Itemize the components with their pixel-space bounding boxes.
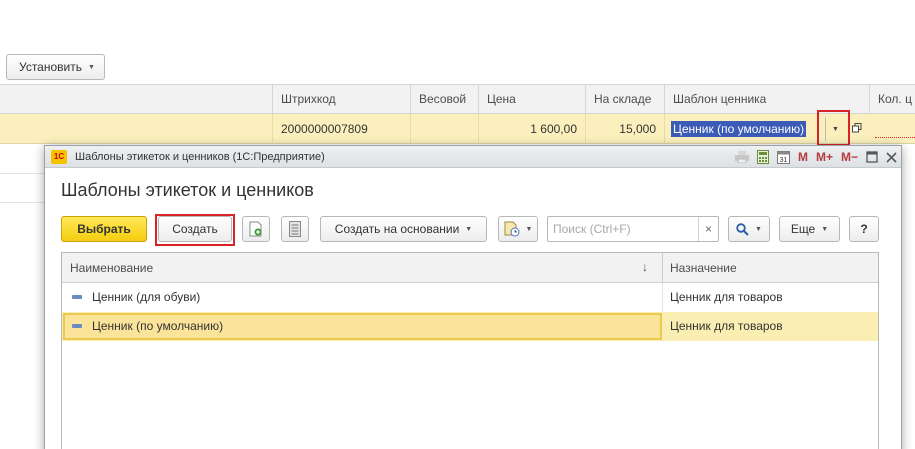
chevron-down-icon: ▼	[465, 225, 473, 233]
templates-window: 1С Шаблоны этикеток и ценников (1С:Предп…	[44, 145, 902, 449]
chevron-down-icon: ▼	[821, 225, 829, 233]
more-button[interactable]: Еще ▼	[779, 216, 840, 242]
help-button[interactable]: ?	[849, 216, 879, 242]
column-quantity[interactable]: Кол. ц	[869, 85, 915, 114]
column-purpose[interactable]: Назначение	[670, 253, 737, 283]
set-button[interactable]: Установить ▼	[6, 54, 105, 80]
calendar-icon[interactable]: 31	[776, 150, 790, 164]
create-based-on-label: Создать на основании	[334, 222, 460, 236]
window-title: Шаблоны этикеток и ценников (1С:Предприя…	[75, 151, 325, 163]
background-grid-header: Штрихкод Весовой Цена На складе Шаблон ц…	[0, 84, 915, 114]
search-button[interactable]: ▼	[728, 216, 770, 242]
titlebar-tools: 31 M M+ M−	[734, 148, 897, 166]
create-based-on-button[interactable]: Создать на основании ▼	[320, 216, 487, 242]
column-weighted[interactable]: Весовой	[410, 85, 478, 114]
search-icon	[736, 222, 749, 236]
column-price[interactable]: Цена	[478, 85, 585, 114]
stock-cell: 15,000	[585, 114, 664, 144]
search-placeholder: Поиск (Ctrl+F)	[553, 222, 631, 236]
template-input-selected-text[interactable]: Ценник (по умолчанию)	[671, 121, 807, 137]
price-cell: 1 600,00	[478, 114, 585, 144]
table-row-selected[interactable]: Ценник (по умолчанию) Ценник для товаров	[62, 312, 878, 341]
highlight-frame	[817, 110, 850, 146]
item-icon	[72, 324, 82, 328]
column-stock[interactable]: На складе	[585, 85, 664, 114]
column-divider	[662, 283, 663, 312]
item-icon	[72, 295, 82, 299]
quantity-placeholder-underline	[875, 137, 915, 138]
chevron-down-icon: ▼	[87, 63, 95, 71]
background-row-divider	[0, 202, 44, 203]
minimize-icon[interactable]	[866, 151, 878, 163]
row-name: Ценник (по умолчанию)	[92, 319, 224, 333]
set-button-label: Установить	[19, 60, 82, 74]
create-highlight-frame	[155, 214, 235, 246]
column-divider	[662, 253, 663, 283]
copy-icon	[249, 221, 262, 237]
row-purpose: Ценник для товаров	[670, 290, 783, 304]
background-row-divider	[0, 173, 44, 174]
table-header: Наименование ↓ Назначение	[62, 253, 878, 283]
search-input[interactable]: Поиск (Ctrl+F) ×	[547, 216, 719, 242]
report-clock-icon	[504, 221, 520, 237]
report-menu-button[interactable]: ▼	[498, 216, 538, 242]
svg-text:31: 31	[780, 157, 788, 164]
more-label: Еще	[790, 222, 816, 236]
sort-down-icon[interactable]: ↓	[642, 253, 648, 281]
open-form-icon[interactable]	[852, 123, 862, 133]
chevron-down-icon: ▼	[755, 225, 762, 233]
print-icon[interactable]	[734, 151, 749, 163]
weighted-cell	[410, 114, 478, 144]
close-icon[interactable]	[886, 151, 897, 163]
page-title: Шаблоны этикеток и ценников	[61, 180, 314, 200]
copy-button[interactable]	[242, 216, 270, 242]
row-name: Ценник (для обуви)	[92, 290, 201, 304]
list-button[interactable]	[281, 216, 309, 242]
column-barcode[interactable]: Штрихкод	[272, 85, 410, 114]
table-row[interactable]: Ценник (для обуви) Ценник для товаров	[62, 283, 878, 312]
memory-icon[interactable]: M	[798, 150, 808, 164]
window-titlebar: 1С Шаблоны этикеток и ценников (1С:Предп…	[45, 146, 901, 168]
chevron-down-icon: ▼	[525, 225, 533, 233]
calculator-icon[interactable]	[756, 150, 769, 164]
select-button[interactable]: Выбрать	[61, 216, 147, 242]
barcode-cell: 2000000007809	[272, 114, 410, 144]
templates-table: Наименование ↓ Назначение Ценник (для об…	[61, 252, 879, 449]
memory-plus-icon[interactable]: M+	[816, 150, 833, 164]
column-name[interactable]: Наименование	[70, 253, 153, 283]
1c-logo: 1С	[51, 150, 67, 164]
document-list-icon	[289, 221, 301, 237]
clear-search-icon[interactable]: ×	[698, 217, 718, 241]
row-purpose: Ценник для товаров	[670, 319, 783, 333]
memory-minus-icon[interactable]: M−	[841, 150, 858, 164]
